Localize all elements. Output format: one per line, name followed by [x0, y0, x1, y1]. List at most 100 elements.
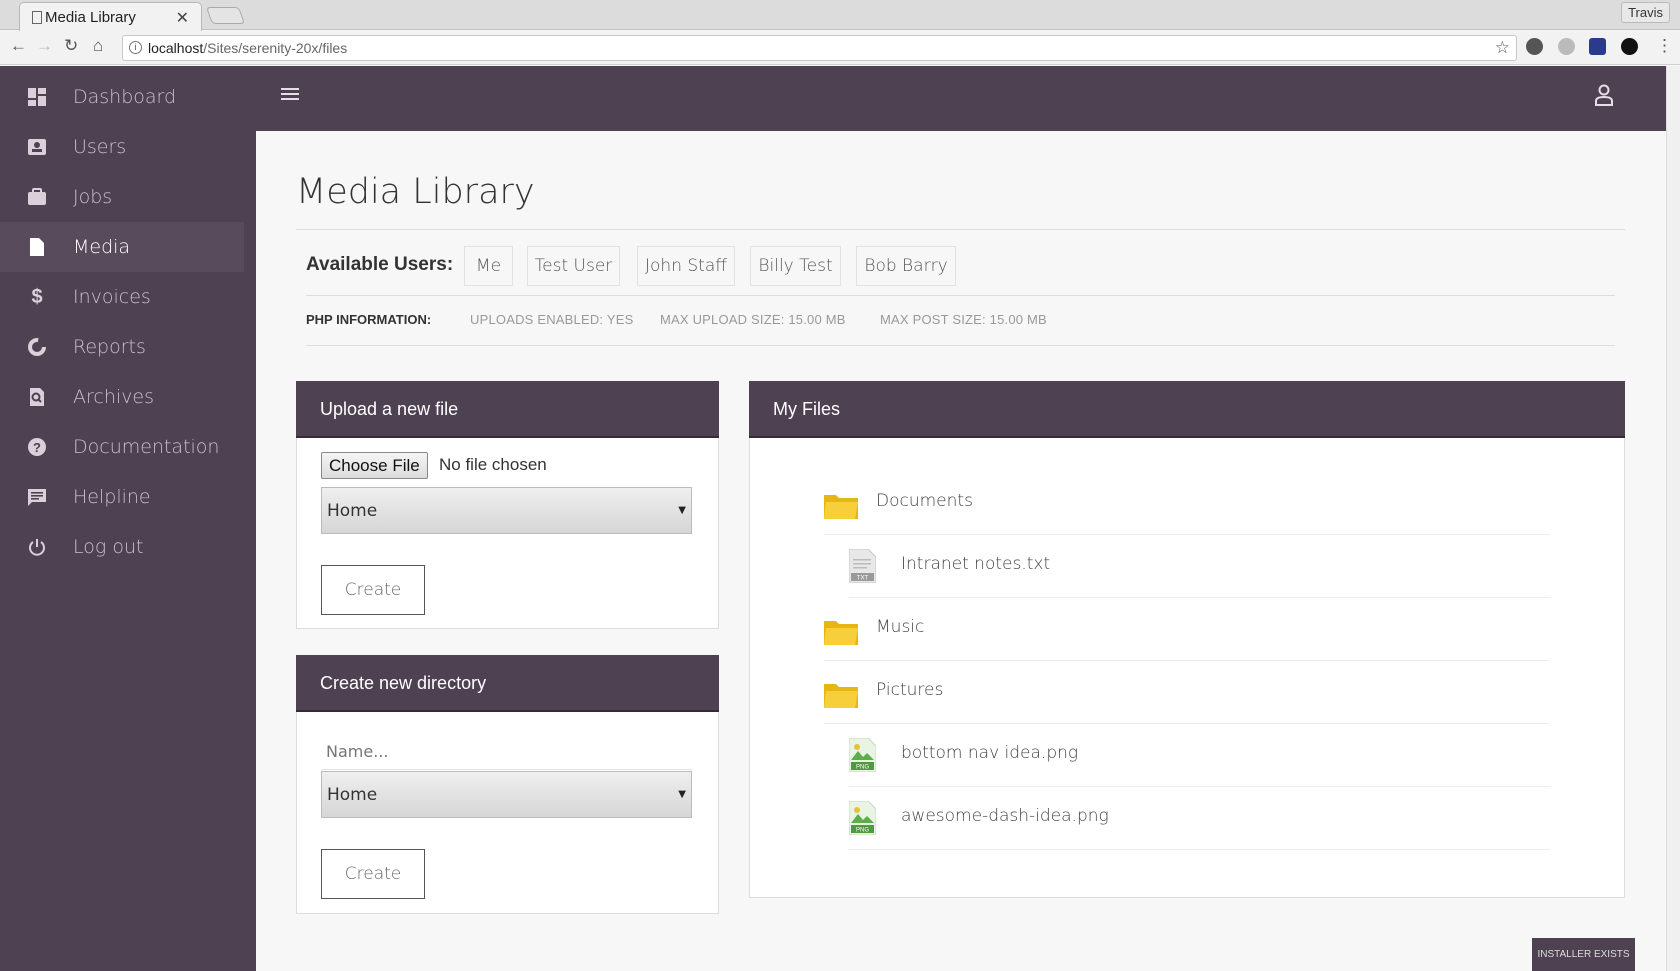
browser-tab[interactable]: Media Library ✕	[19, 2, 202, 31]
select-value: Home	[327, 785, 378, 805]
sidebar-item-documentation[interactable]: ? Documentation	[0, 422, 244, 472]
url-text: localhost/Sites/serenity-20x/files	[148, 40, 348, 56]
svg-text:PNG: PNG	[856, 828, 869, 834]
user-filter-bob-barry[interactable]: Bob Barry	[856, 246, 956, 286]
sidebar-item-label: Jobs	[73, 186, 113, 208]
file-name: Intranet notes.txt	[901, 554, 1051, 574]
txt-file-icon: TXT	[849, 549, 876, 583]
directory-name-input[interactable]	[321, 734, 692, 770]
users-icon	[27, 137, 47, 157]
briefcase-icon	[27, 187, 47, 207]
forward-icon[interactable]: →	[36, 36, 53, 56]
sidebar-item-reports[interactable]: Reports	[0, 322, 244, 372]
address-bar[interactable]: i localhost/Sites/serenity-20x/files ☆	[122, 35, 1517, 61]
upload-directory-select[interactable]: Home ▼	[321, 487, 692, 534]
sidebar: Dashboard Users Jobs Media $ Invoices Re…	[0, 66, 256, 971]
sidebar-item-helpline[interactable]: Helpline	[0, 472, 244, 522]
user-filter-test-user[interactable]: Test User	[527, 246, 620, 286]
select-value: Home	[327, 501, 378, 521]
page-title: Media Library	[296, 172, 535, 212]
back-icon[interactable]: ←	[10, 36, 27, 56]
dashboard-icon	[27, 87, 47, 107]
new-tab-button[interactable]	[205, 7, 246, 24]
user-filter-me[interactable]: Me	[464, 246, 513, 286]
file-name: bottom nav idea.png	[901, 743, 1079, 763]
sidebar-item-logout[interactable]: Log out	[0, 522, 244, 572]
extension-grey-icon[interactable]	[1558, 38, 1575, 55]
extension-dark-icon[interactable]	[1621, 38, 1638, 55]
help-icon: ?	[27, 437, 47, 457]
user-account-icon[interactable]	[1594, 84, 1614, 106]
page-scrollbar[interactable]	[1666, 66, 1680, 971]
sidebar-item-label: Helpline	[73, 486, 151, 508]
sidebar-item-label: Dashboard	[73, 86, 177, 108]
create-directory-panel: Create new directory Home ▼ Create	[296, 655, 719, 914]
max-upload-size-stat: MAX UPLOAD SIZE: 15.00 MB	[660, 312, 846, 327]
upload-panel-title: Upload a new file	[296, 381, 719, 438]
sidebar-item-users[interactable]: Users	[0, 122, 244, 172]
folder-icon	[824, 495, 858, 519]
my-files-panel-title: My Files	[749, 381, 1625, 438]
reload-icon[interactable]: ↻	[64, 36, 78, 56]
create-directory-panel-title: Create new directory	[296, 655, 719, 712]
menu-dots-icon[interactable]: ⋮	[1656, 36, 1673, 56]
file-row-intranet-notes[interactable]: TXT Intranet notes.txt	[849, 535, 1550, 598]
directory-create-button[interactable]: Create	[321, 849, 425, 899]
power-icon	[27, 537, 47, 557]
file-row-bottom-nav-idea[interactable]: PNG bottom nav idea.png	[849, 724, 1550, 787]
extension-shield-icon[interactable]	[1526, 38, 1543, 55]
uploads-enabled-stat: UPLOADS ENABLED: YES	[470, 312, 634, 327]
my-files-panel: My Files Documents TXT Intranet notes.tx…	[749, 381, 1625, 898]
upload-panel: Upload a new file Choose File No file ch…	[296, 381, 719, 629]
hamburger-menu-icon[interactable]	[281, 88, 299, 102]
extension-blue-icon[interactable]	[1589, 38, 1606, 55]
sidebar-item-label: Users	[73, 136, 127, 158]
archive-icon	[27, 387, 47, 407]
svg-text:?: ?	[33, 440, 41, 455]
dollar-icon: $	[31, 285, 43, 308]
home-icon[interactable]: ⌂	[93, 36, 103, 56]
available-users-label: Available Users:	[306, 254, 454, 275]
folder-icon	[824, 621, 858, 645]
user-filter-john-staff[interactable]: John Staff	[637, 246, 735, 286]
upload-create-button[interactable]: Create	[321, 565, 425, 615]
installer-exists-badge[interactable]: INSTALLER EXISTS	[1532, 938, 1635, 971]
page-icon	[32, 11, 42, 24]
file-icon	[27, 237, 47, 257]
file-name: Pictures	[876, 680, 944, 700]
sidebar-item-label: Reports	[73, 336, 146, 358]
svg-text:PNG: PNG	[856, 765, 869, 771]
info-icon[interactable]: i	[129, 41, 142, 54]
file-row-music[interactable]: Music	[824, 598, 1550, 661]
caret-down-icon: ▼	[678, 789, 686, 800]
png-file-icon: PNG	[849, 801, 876, 835]
reports-icon	[27, 337, 47, 357]
file-name: Music	[876, 617, 925, 637]
file-row-pictures[interactable]: Pictures	[824, 661, 1550, 724]
sidebar-item-invoices[interactable]: $ Invoices	[0, 272, 244, 322]
choose-file-button[interactable]: Choose File	[321, 452, 428, 479]
file-row-awesome-dash-idea[interactable]: PNG awesome-dash-idea.png	[849, 787, 1550, 850]
top-header	[256, 66, 1666, 131]
title-divider	[296, 229, 1625, 230]
sidebar-item-label: Log out	[73, 536, 144, 558]
file-name: awesome-dash-idea.png	[901, 806, 1109, 826]
user-filter-billy-test[interactable]: Billy Test	[750, 246, 841, 286]
sidebar-item-archives[interactable]: Archives	[0, 372, 244, 422]
sidebar-item-media[interactable]: Media	[0, 222, 244, 272]
sidebar-item-label: Invoices	[73, 286, 151, 308]
tab-title: Media Library	[45, 9, 136, 26]
profile-button[interactable]: Travis	[1621, 2, 1670, 23]
sidebar-item-dashboard[interactable]: Dashboard	[0, 72, 244, 122]
png-file-icon: PNG	[849, 738, 876, 772]
file-row-documents[interactable]: Documents	[824, 472, 1550, 535]
chat-icon	[27, 487, 47, 507]
sidebar-item-jobs[interactable]: Jobs	[0, 172, 244, 222]
max-post-size-stat: MAX POST SIZE: 15.00 MB	[880, 312, 1047, 327]
bookmark-star-icon[interactable]: ☆	[1495, 38, 1510, 58]
close-icon[interactable]: ✕	[176, 8, 189, 28]
new-directory-parent-select[interactable]: Home ▼	[321, 771, 692, 818]
browser-toolbar: ← → ↻ ⌂ i localhost/Sites/serenity-20x/f…	[0, 31, 1680, 65]
sidebar-item-label: Media	[73, 236, 131, 258]
folder-icon	[824, 684, 858, 708]
